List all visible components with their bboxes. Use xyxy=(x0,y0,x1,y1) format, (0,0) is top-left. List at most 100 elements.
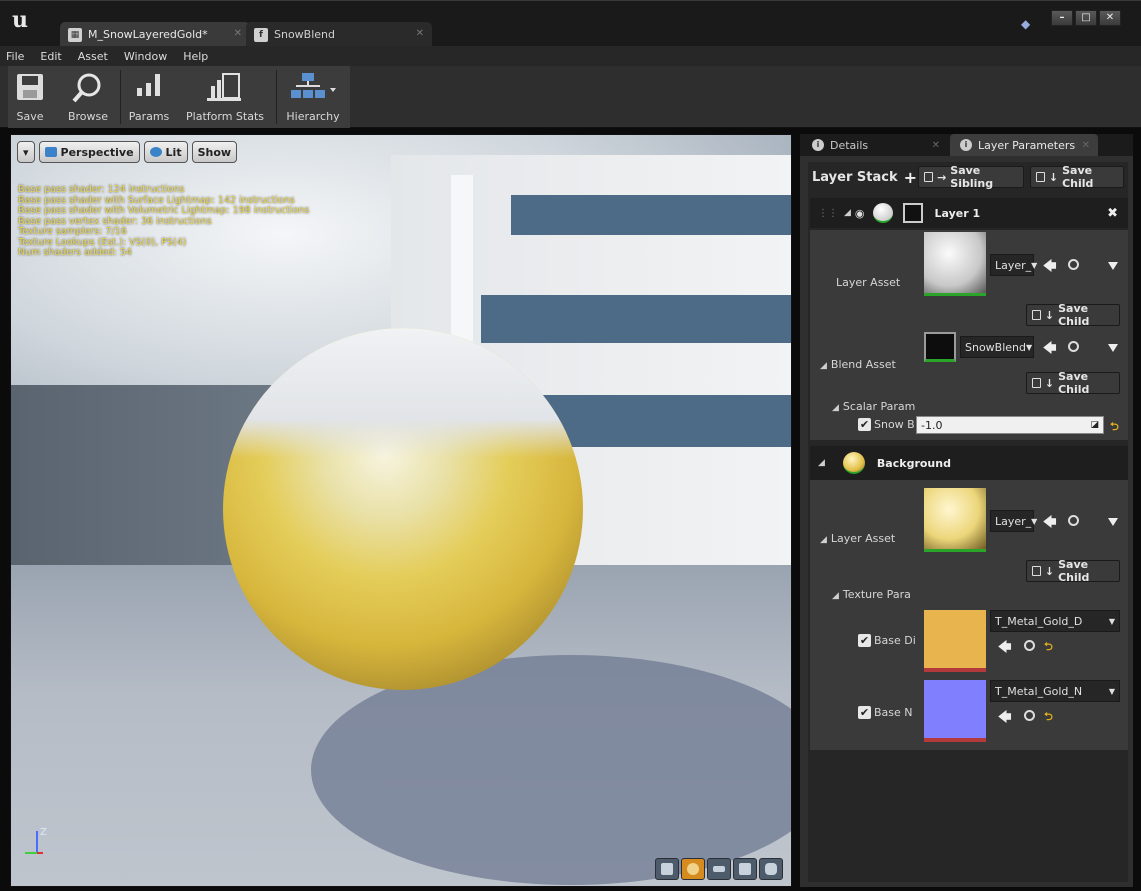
save-sibling-button[interactable]: → Save Sibling xyxy=(918,164,1024,190)
menu-window[interactable]: Window xyxy=(124,50,167,63)
snow-param-label: Snow B xyxy=(874,418,915,431)
save-child-button[interactable]: ↓ Save Child xyxy=(1026,370,1120,396)
preview-sphere-snow xyxy=(223,328,583,458)
collapse-icon[interactable]: ◢ xyxy=(844,208,851,218)
close-icon[interactable]: ✕ xyxy=(234,28,242,39)
tab-m-snowlayeredgold[interactable]: ▦ M_SnowLayeredGold* ✕ xyxy=(60,22,250,47)
blend-asset-thumbnail[interactable] xyxy=(924,332,956,362)
feedback-icon[interactable]: ◆ xyxy=(1021,17,1033,31)
save-button[interactable]: Save xyxy=(12,66,48,128)
plane-preview-button[interactable] xyxy=(707,858,731,880)
minimize-button[interactable]: – xyxy=(1051,10,1073,26)
use-selected-arrow-icon[interactable]: 🡄 xyxy=(998,708,1011,730)
tab-snowblend[interactable]: f SnowBlend ✕ xyxy=(246,22,432,47)
cube-preview-button[interactable] xyxy=(733,858,757,880)
visibility-eye-icon[interactable]: ◉ xyxy=(855,207,865,220)
browse-search-icon[interactable] xyxy=(1068,259,1079,270)
texture-param-row[interactable]: ◢ Texture Para xyxy=(832,588,911,601)
close-icon[interactable]: ✕ xyxy=(932,140,940,151)
lit-button[interactable]: Lit xyxy=(143,141,188,163)
browse-search-icon[interactable] xyxy=(1024,710,1035,721)
reset-default-icon[interactable]: ⮌ xyxy=(1110,418,1119,437)
platform-stats-button[interactable]: Platform Stats xyxy=(180,66,270,128)
maximize-button[interactable]: □ xyxy=(1075,10,1097,26)
save-child-button[interactable]: ↓ Save Child xyxy=(1030,164,1124,190)
save-child-button[interactable]: ↓ Save Child xyxy=(1026,302,1120,328)
background-layer-name: Background xyxy=(876,456,951,470)
base-diffuse-checkbox[interactable]: ✔ xyxy=(858,634,871,647)
layer-asset-thumbnail[interactable] xyxy=(924,232,986,296)
base-normal-checkbox[interactable]: ✔ xyxy=(858,706,871,719)
stat-line: Base pass shader: 124 instructions xyxy=(18,184,185,195)
reset-default-icon[interactable]: ⮌ xyxy=(1044,638,1053,657)
custom-mesh-preview-button[interactable] xyxy=(759,858,783,880)
tab-layer-parameters[interactable]: i Layer Parameters ✕ xyxy=(950,134,1098,156)
details-icon: i xyxy=(812,139,824,151)
close-icon[interactable]: ✕ xyxy=(416,28,424,39)
base-normal-combo[interactable]: T_Metal_Gold_N ▼ xyxy=(990,680,1120,702)
viewport-menu-button[interactable]: ▾ xyxy=(17,141,35,163)
material-preview-viewport[interactable]: ▾ Perspective Lit Show Base pass shader:… xyxy=(10,134,792,887)
delete-layer-icon[interactable]: ✖ xyxy=(1107,206,1118,221)
window-controls: – □ ✕ xyxy=(1051,10,1121,26)
layer-asset-value: Layer_ xyxy=(995,258,1032,272)
layer-1-header[interactable]: ⋮⋮ ◢ ◉ Layer 1 ✖ xyxy=(810,198,1128,228)
layer-asset-label: Layer Asset xyxy=(836,276,901,289)
perspective-label: Perspective xyxy=(60,145,134,159)
scalar-param-row[interactable]: ◢ Scalar Param xyxy=(832,400,915,413)
tab-label: M_SnowLayeredGold* xyxy=(88,28,208,41)
browse-button[interactable]: Browse xyxy=(62,66,114,128)
browse-search-icon[interactable] xyxy=(1024,640,1035,651)
hierarchy-button[interactable]: Hierarchy xyxy=(282,66,344,128)
collapse-icon[interactable]: ◢ xyxy=(818,458,825,468)
base-normal-thumbnail[interactable] xyxy=(924,680,986,742)
use-selected-arrow-icon[interactable]: 🡄 xyxy=(1043,257,1056,279)
menu-asset[interactable]: Asset xyxy=(78,50,108,63)
params-button[interactable]: Params xyxy=(126,66,172,128)
use-selected-arrow-icon[interactable]: 🡄 xyxy=(998,638,1011,660)
close-icon[interactable]: ✕ xyxy=(1082,140,1090,151)
menu-edit[interactable]: Edit xyxy=(40,50,61,63)
cylinder-preview-button[interactable] xyxy=(655,858,679,880)
blend-asset-label: Blend Asset xyxy=(830,358,896,371)
toolbar: Save Browse Params Platform Stats Hierar… xyxy=(0,66,1141,128)
background-layer-header[interactable]: ◢ Background xyxy=(810,446,1128,480)
blend-asset-row[interactable]: ◢ Blend Asset xyxy=(820,358,896,371)
menu-help[interactable]: Help xyxy=(183,50,208,63)
close-window-button[interactable]: ✕ xyxy=(1099,10,1121,26)
base-diffuse-thumbnail[interactable] xyxy=(924,610,986,672)
save-child-button[interactable]: ↓ Save Child xyxy=(1026,558,1120,584)
use-selected-arrow-icon[interactable]: 🡄 xyxy=(1043,513,1056,535)
browse-search-icon[interactable] xyxy=(1068,515,1079,526)
search-icon xyxy=(72,73,101,103)
layer-asset-combo[interactable]: Layer_ ▼ xyxy=(990,510,1037,532)
filter-icon[interactable] xyxy=(1108,262,1118,270)
right-panel: i Details ✕ i Layer Parameters ✕ Layer S… xyxy=(800,134,1133,887)
perspective-button[interactable]: Perspective xyxy=(38,141,140,163)
background-layer-body: ◢ Layer Asset Layer_ ▼ 🡄 ↓ Save Child ◢ Tex… xyxy=(810,480,1128,750)
layer-asset-combo[interactable]: Layer_ ▼ xyxy=(990,254,1037,276)
base-diffuse-label: Base Di xyxy=(874,634,916,647)
add-layer-icon[interactable]: + xyxy=(904,168,917,187)
show-button[interactable]: Show xyxy=(191,141,238,163)
snow-param-checkbox[interactable]: ✔ xyxy=(858,418,871,431)
browse-search-icon[interactable] xyxy=(1068,341,1079,352)
filter-icon[interactable] xyxy=(1108,344,1118,352)
snow-param-input[interactable]: -1.0 ◪ xyxy=(916,416,1104,434)
layer-asset-row[interactable]: ◢ Layer Asset xyxy=(820,532,895,545)
layer-stack-header: Layer Stack + → Save Sibling ↓ Save Chil… xyxy=(810,164,1126,190)
blend-asset-combo[interactable]: SnowBlend ▼ xyxy=(960,336,1034,358)
tab-details[interactable]: i Details ✕ xyxy=(802,134,948,156)
sphere-preview-button[interactable] xyxy=(681,858,705,880)
use-selected-arrow-icon[interactable]: 🡄 xyxy=(1043,339,1056,361)
reset-default-icon[interactable]: ⮌ xyxy=(1044,708,1053,727)
menu-bar: File Edit Asset Window Help xyxy=(0,46,1141,66)
layer-asset-thumbnail[interactable] xyxy=(924,488,986,552)
arrow-down-icon: ↓ xyxy=(1048,170,1059,184)
menu-file[interactable]: File xyxy=(6,50,24,63)
filter-icon[interactable] xyxy=(1108,518,1118,526)
base-diffuse-combo[interactable]: T_Metal_Gold_D ▼ xyxy=(990,610,1120,632)
drag-handle-icon[interactable]: ⋮⋮ xyxy=(818,208,838,219)
layer-parameters-icon: i xyxy=(960,139,972,151)
layer-1-name: Layer 1 xyxy=(934,206,981,220)
